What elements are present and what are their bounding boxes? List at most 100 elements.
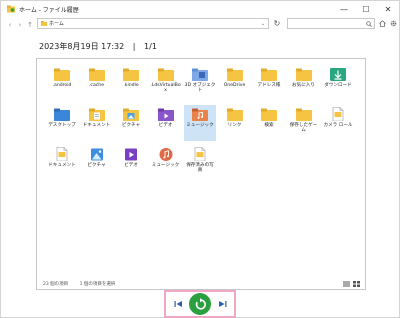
minimize-button[interactable]: — [333,1,355,17]
file-item-label: ドキュメント [48,163,76,168]
folder-pictures-icon [123,108,139,121]
file-item[interactable]: .cache [81,65,113,101]
next-version-button[interactable] [216,298,228,310]
file-item[interactable]: .android [46,65,78,101]
file-item-label: ドキュメント [82,123,111,128]
document-icon [56,147,68,161]
document-icon [194,147,206,161]
restore-button[interactable] [189,293,211,315]
file-item[interactable]: ミュージック [150,145,182,181]
chevron-down-icon[interactable]: ⌄ [258,21,268,27]
previous-version-button[interactable] [172,298,184,310]
file-item-label: .kindle [123,83,139,88]
file-item-label: ビデオ [158,123,173,128]
file-item-label: .cache [88,83,105,88]
folder-icon [123,68,139,81]
up-button[interactable]: ↑ [25,19,35,31]
folder-download-icon [330,68,346,81]
file-item-label: ミュージック [151,163,180,168]
picture-icon [90,148,103,161]
music-icon [159,148,172,161]
backup-heading: 2023年8月19日 17:32 | 1/1 [39,41,157,52]
file-history-window: ホーム - ファイル履歴 — ☐ ✕ ‹ › ↑ ホーム ⌄ ↻ 2023年8月… [0,0,400,318]
folder-icon [54,68,70,81]
gear-icon [390,20,396,27]
file-item[interactable]: リンク [219,105,251,141]
file-item[interactable]: 3D オブジェクト [184,65,216,101]
details-view-icon[interactable] [343,281,350,287]
folder-music-icon [192,108,208,121]
close-button[interactable]: ✕ [377,1,399,17]
file-item[interactable]: デスクトップ [46,105,78,141]
file-item-label: 検索 [264,123,274,128]
file-item-label: アドレス帳 [257,83,281,88]
file-item-label: 保存したゲーム [289,123,318,133]
address-path: ホーム [49,21,64,27]
title-bar: ホーム - ファイル履歴 — ☐ ✕ [1,1,399,17]
folder-icon [295,108,312,121]
folder-icon [226,108,243,121]
file-item[interactable]: ビデオ [115,145,147,181]
skip-next-icon [218,301,226,307]
file-item[interactable]: ビデオ [150,105,182,141]
refresh-button[interactable]: ↻ [271,18,283,29]
file-item-label: 3D オブジェクト [184,83,216,93]
file-item-label: 保存済みの写真 [186,163,214,173]
file-item[interactable]: ドキュメント [81,105,113,141]
folder-icon [295,68,312,81]
folder-icon [41,21,47,26]
restore-icon [195,297,206,310]
file-list-panel: .android .cache .kindle .LdsVirtualBox 3D オブ… [36,58,366,290]
file-item[interactable]: アドレス帳 [253,65,285,101]
folder-icon [88,68,105,81]
file-item-label: .LdsVirtualBox [150,83,181,93]
file-item[interactable]: お気に入り [288,65,320,101]
file-item[interactable]: ミュージック [184,105,216,141]
selected-count: 1 個の項目を選択 [79,282,116,287]
status-bar: 23 個の項目 1 個の項目を選択 [43,281,125,287]
item-count: 23 個の項目 [43,282,69,287]
address-field[interactable]: ホーム ⌄ [37,18,269,29]
folder-icon [261,108,277,121]
file-item[interactable]: ダウンロード [322,65,354,101]
file-item[interactable]: ピクチャ [81,145,113,181]
file-item[interactable]: ドキュメント [46,145,78,181]
file-item[interactable]: ピクチャ [115,105,147,141]
file-item[interactable]: 保存済みの写真 [184,145,216,181]
file-item-label: ダウンロード [324,83,352,88]
file-item[interactable]: カメラ ロール [322,105,354,141]
back-button[interactable]: ‹ [5,19,15,31]
folder-icon [261,68,277,81]
home-button[interactable] [377,18,387,29]
folder-icon [157,68,174,81]
file-item-label: .android [52,83,72,88]
file-item[interactable]: OneDrive [219,65,251,101]
file-item-label: カメラ ロール [323,123,353,128]
file-item[interactable]: 検索 [253,105,285,141]
file-item-label: リンク [227,123,242,128]
file-history-app-icon [7,5,15,13]
file-item[interactable]: .LdsVirtualBox [150,65,182,101]
file-item[interactable]: 保存したゲーム [288,105,320,141]
address-bar-row: ‹ › ↑ ホーム ⌄ ↻ [1,18,399,31]
folder-3d-objects-icon [192,68,208,81]
file-item-label: ミュージック [186,123,214,128]
folder-videos-icon [157,108,174,121]
document-icon [332,107,344,121]
video-icon [125,148,137,161]
backup-datetime: 2023年8月19日 17:32 [39,42,125,51]
home-icon [378,20,386,27]
forward-button[interactable]: › [15,19,25,31]
large-icons-view-icon[interactable] [353,281,360,287]
search-input[interactable] [287,18,375,29]
file-item-label: デスクトップ [48,123,76,128]
window-title: ホーム - ファイル履歴 [19,6,79,14]
backup-page-indicator: 1/1 [144,42,157,51]
file-item-label: ピクチャ [121,123,141,128]
folder-icon [226,68,243,81]
playback-controls [164,290,236,318]
settings-button[interactable] [388,18,398,29]
maximize-button[interactable]: ☐ [355,1,377,17]
file-item[interactable]: .kindle [115,65,147,101]
file-item-label: OneDrive [223,83,246,88]
